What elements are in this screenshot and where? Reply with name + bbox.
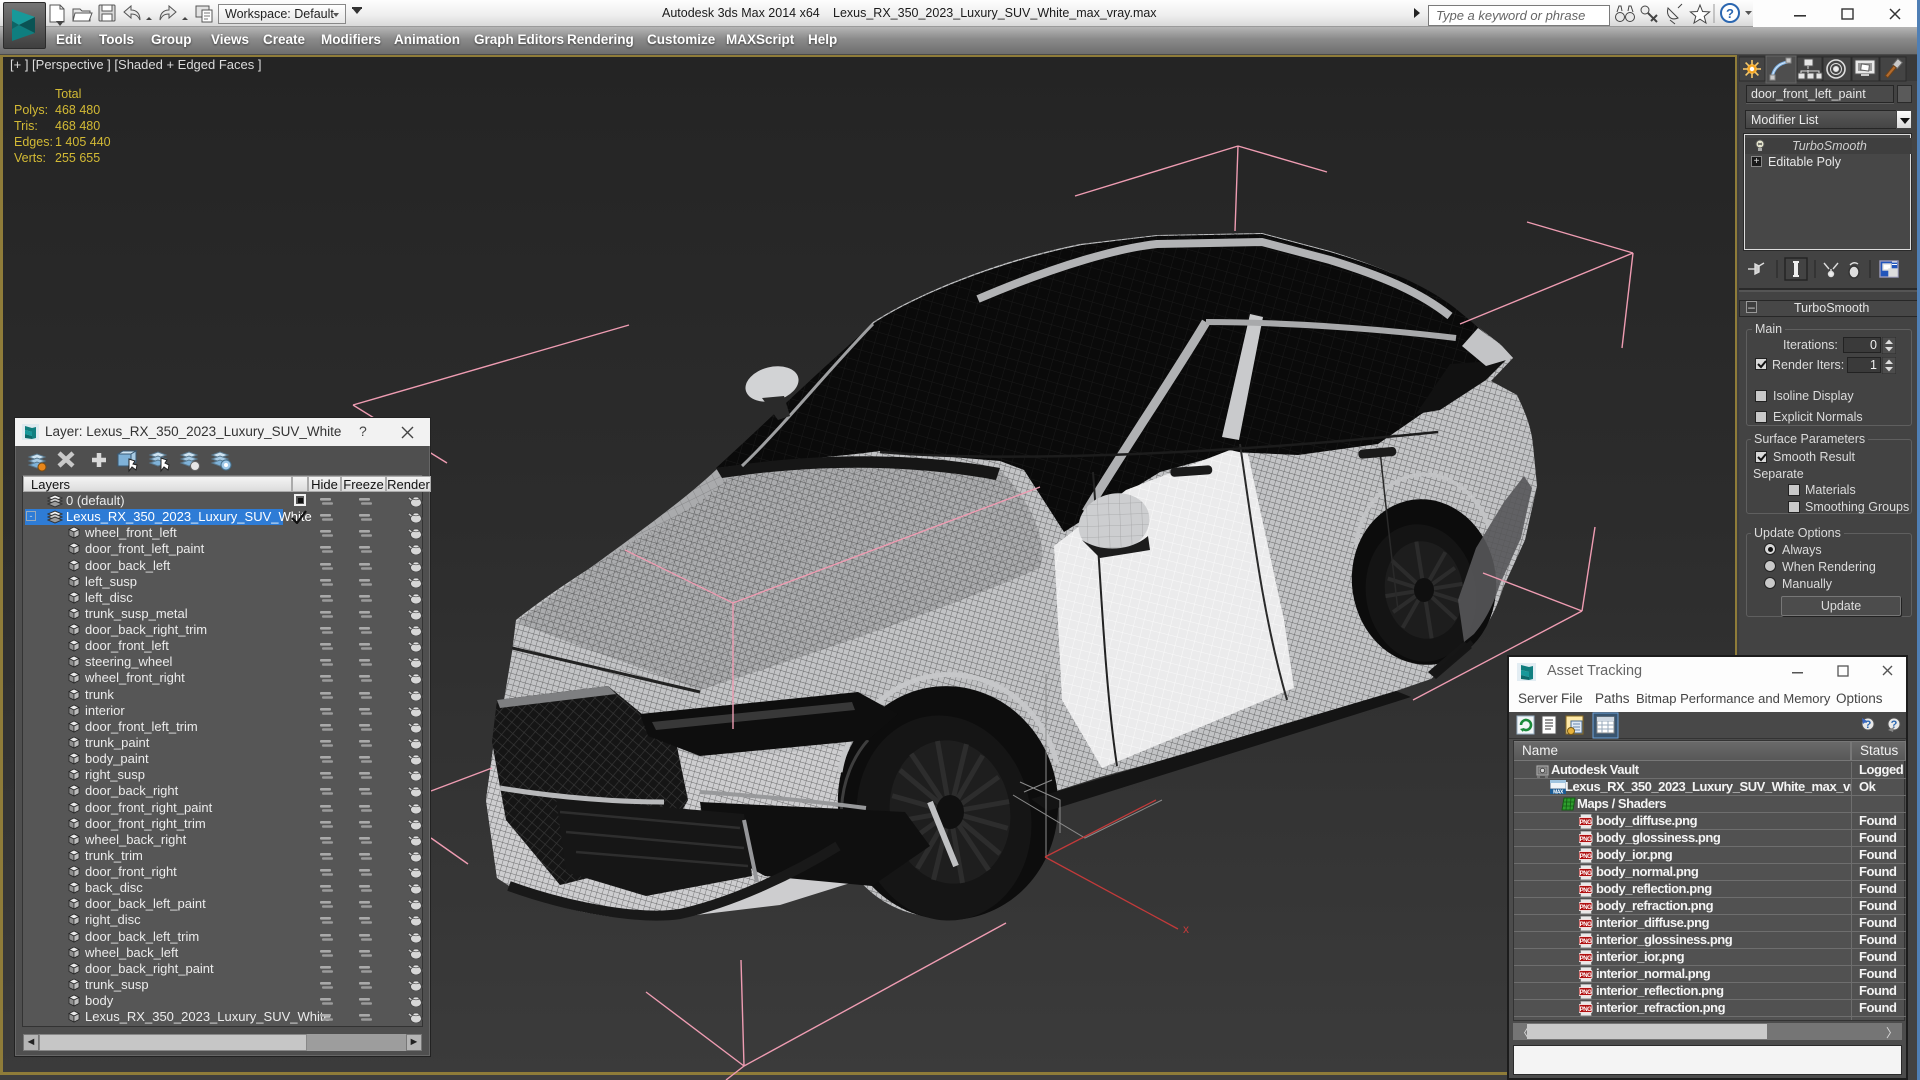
svg-text:PNG: PNG — [1580, 1007, 1592, 1013]
svg-text:PNG: PNG — [1580, 871, 1592, 877]
svg-text:PNG: PNG — [1580, 956, 1592, 962]
svg-text:PNG: PNG — [1580, 905, 1592, 911]
svg-text:?: ? — [1726, 6, 1734, 21]
svg-text:PNG: PNG — [1580, 820, 1592, 826]
svg-text:MAX: MAX — [1553, 790, 1564, 795]
svg-text:PNG: PNG — [1580, 888, 1592, 894]
svg-text:PNG: PNG — [1580, 939, 1592, 945]
svg-text:PNG: PNG — [1580, 973, 1592, 979]
svg-text:PNG: PNG — [1580, 837, 1592, 843]
svg-text:PNG: PNG — [1580, 854, 1592, 860]
svg-text:PNG: PNG — [1580, 922, 1592, 928]
svg-text:PNG: PNG — [1580, 990, 1592, 996]
svg-text:x: x — [1183, 922, 1189, 936]
